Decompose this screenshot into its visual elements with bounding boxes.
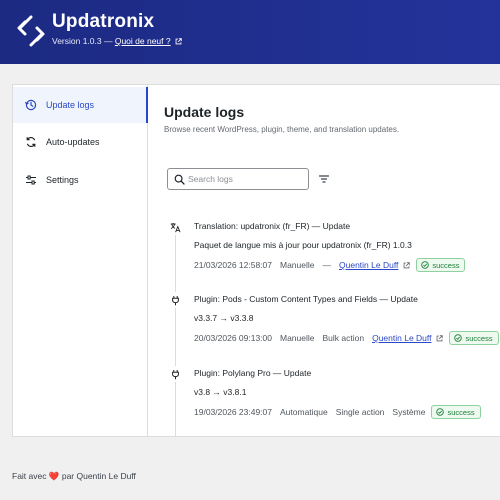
entry-detail: v3.8 → v3.8.1 xyxy=(194,387,247,397)
entry-title: Translation: updatronix (fr_FR) — Update xyxy=(194,221,351,231)
entry-author-link[interactable]: Quentin Le Duff xyxy=(372,333,431,343)
entry-action: Bulk action xyxy=(322,333,365,343)
check-circle-icon xyxy=(421,261,430,269)
translation-icon xyxy=(170,222,180,232)
main-card: Update logs Auto-updates Settings Update… xyxy=(12,84,500,437)
version-line: Version 1.0.3 — Quoi de neuf ? xyxy=(52,36,182,46)
check-circle-icon xyxy=(436,408,445,416)
status-badge: success xyxy=(431,405,481,419)
entry-date: 19/03/2026 23:49:07 xyxy=(194,407,272,417)
plug-icon xyxy=(171,295,179,305)
entry-mode: Automatique xyxy=(280,407,328,417)
content-area: Update logs Browse recent WordPress, plu… xyxy=(149,85,500,436)
plug-icon xyxy=(171,369,179,379)
entry-title: Plugin: Polylang Pro — Update xyxy=(194,368,312,378)
filter-icon[interactable] xyxy=(317,172,331,186)
page-description: Browse recent WordPress, plugin, theme, … xyxy=(164,125,400,134)
sidebar-item-label: Auto-updates xyxy=(46,137,100,147)
entry-marker xyxy=(167,366,183,382)
sidebar-item-update-logs[interactable]: Update logs xyxy=(13,87,148,123)
entry-author-link[interactable]: Quentin Le Duff xyxy=(339,260,398,270)
check-circle-icon xyxy=(454,334,463,342)
refresh-icon xyxy=(26,136,36,148)
entry-action: Single action xyxy=(335,407,385,417)
entry-detail: Paquet de langue mis à jour pour updatro… xyxy=(194,240,412,250)
sidebar-item-auto-updates[interactable]: Auto-updates xyxy=(13,124,147,160)
entry-author: Système xyxy=(392,407,426,417)
status-badge: success xyxy=(449,331,499,345)
app-header: Updatronix Version 1.0.3 — Quoi de neuf … xyxy=(0,0,500,64)
footer-suffix: par Quentin Le Duff xyxy=(61,471,136,481)
search-box xyxy=(167,168,309,190)
entry-marker xyxy=(167,292,183,308)
sliders-icon xyxy=(26,175,36,185)
entry-meta: 19/03/2026 23:49:07 Automatique Single a… xyxy=(194,404,481,420)
sidebar-item-settings[interactable]: Settings xyxy=(13,162,147,198)
entry-date: 21/03/2026 12:58:07 xyxy=(194,260,272,270)
status-text: success xyxy=(447,407,475,417)
entry-action: — xyxy=(322,260,332,270)
entry-title: Plugin: Pods - Custom Content Types and … xyxy=(194,294,418,304)
whats-new-link[interactable]: Quoi de neuf ? xyxy=(115,36,171,46)
footer: Fait avec ❤️ par Quentin Le Duff xyxy=(12,471,136,482)
app-title: Updatronix xyxy=(52,11,155,32)
history-icon xyxy=(25,99,37,111)
status-badge: success xyxy=(416,258,466,272)
sync-logo-icon xyxy=(17,15,45,47)
search-icon xyxy=(174,174,185,185)
status-text: success xyxy=(465,333,493,343)
external-link-icon xyxy=(175,38,182,45)
entry-date: 20/03/2026 09:13:00 xyxy=(194,333,272,343)
timeline-line xyxy=(175,225,176,436)
status-text: success xyxy=(432,260,460,270)
heart-icon: ❤️ xyxy=(48,471,60,481)
entry-meta: 21/03/2026 12:58:07 Manuelle — Quentin L… xyxy=(194,257,466,273)
sidebar: Update logs Auto-updates Settings xyxy=(13,85,148,436)
entry-detail: v3.3.7 → v3.3.8 xyxy=(194,313,254,323)
entry-meta: 20/03/2026 09:13:00 Manuelle Bulk action… xyxy=(194,330,499,346)
version-text: Version 1.0.3 — xyxy=(52,36,115,46)
external-link-icon xyxy=(404,261,411,268)
footer-prefix: Fait avec xyxy=(12,471,47,481)
search-input[interactable] xyxy=(188,171,303,187)
sidebar-item-label: Settings xyxy=(46,175,79,185)
entry-mode: Manuelle xyxy=(280,333,315,343)
sidebar-item-label: Update logs xyxy=(46,100,95,110)
entry-mode: Manuelle xyxy=(280,260,315,270)
page-title: Update logs xyxy=(164,104,245,120)
entry-marker xyxy=(167,219,183,235)
external-link-icon xyxy=(437,334,444,341)
